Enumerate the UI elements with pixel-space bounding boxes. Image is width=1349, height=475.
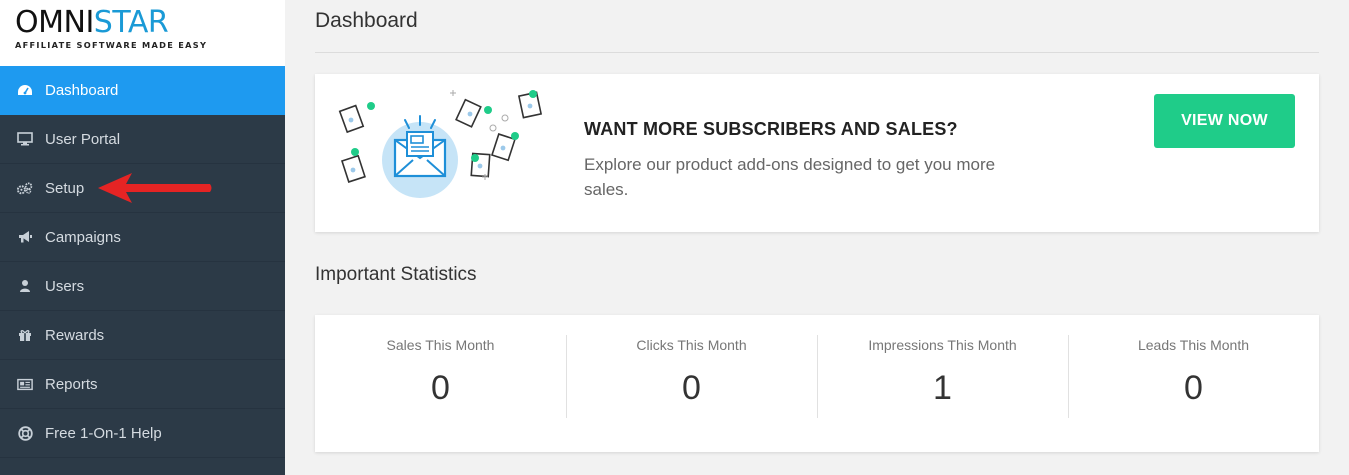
statistics-section-title: Important Statistics	[315, 264, 477, 285]
sidebar-item-label: Rewards	[45, 326, 105, 344]
title-divider	[315, 52, 1319, 53]
monitor-icon	[17, 131, 33, 147]
stat-value: 0	[431, 369, 450, 407]
logo-tagline: AFFILIATE SOFTWARE MADE EASY	[15, 40, 208, 50]
logo[interactable]: OMNISTAR AFFILIATE SOFTWARE MADE EASY	[0, 0, 285, 66]
sidebar-item-label: Users	[45, 277, 85, 295]
stat-value: 0	[682, 369, 701, 407]
sidebar-item-reports[interactable]: Reports	[0, 360, 285, 409]
cogs-icon	[17, 180, 33, 196]
statistics-panel: Sales This Month 0 Clicks This Month 0 I…	[315, 315, 1319, 452]
promo-banner: WANT MORE SUBSCRIBERS AND SALES? Explore…	[315, 74, 1319, 232]
stat-value: 1	[933, 369, 952, 407]
sidebar-item-campaigns[interactable]: Campaigns	[0, 213, 285, 262]
stat-label: Impressions This Month	[868, 337, 1017, 353]
sidebar-nav: Dashboard User Portal Setup Campaigns Us…	[0, 66, 285, 458]
promo-heading: WANT MORE SUBSCRIBERS AND SALES?	[584, 119, 958, 139]
sidebar-item-label: Setup	[45, 179, 85, 197]
logo-wordmark: OMNISTAR	[15, 5, 169, 40]
annotation-arrow-icon	[98, 173, 212, 203]
sidebar-item-free-help[interactable]: Free 1-On-1 Help	[0, 409, 285, 458]
stat-label: Sales This Month	[386, 337, 495, 353]
stat-clicks-this-month: Clicks This Month 0	[566, 315, 817, 452]
lifebuoy-icon	[17, 425, 33, 441]
dashboard-icon	[17, 83, 33, 99]
stat-leads-this-month: Leads This Month 0	[1068, 315, 1319, 452]
stat-impressions-this-month: Impressions This Month 1	[817, 315, 1068, 452]
sidebar-item-label: Dashboard	[45, 82, 119, 99]
sidebar-item-label: Reports	[45, 375, 98, 393]
sidebar: OMNISTAR AFFILIATE SOFTWARE MADE EASY Da…	[0, 0, 285, 475]
megaphone-icon	[17, 229, 33, 245]
sidebar-item-user-portal[interactable]: User Portal	[0, 115, 285, 164]
promo-description: Explore our product add-ons designed to …	[584, 155, 996, 199]
gift-icon	[17, 327, 33, 343]
sidebar-item-dashboard[interactable]: Dashboard	[0, 66, 285, 115]
page-title: Dashboard	[315, 9, 418, 32]
newspaper-icon	[17, 376, 33, 392]
user-icon	[17, 278, 33, 294]
stat-sales-this-month: Sales This Month 0	[315, 315, 566, 452]
sidebar-item-label: Free 1-On-1 Help	[45, 424, 162, 442]
sidebar-item-label: Campaigns	[45, 228, 121, 246]
stat-value: 0	[1184, 369, 1203, 407]
sidebar-item-label: User Portal	[45, 130, 121, 148]
sidebar-item-rewards[interactable]: Rewards	[0, 311, 285, 360]
stat-label: Clicks This Month	[636, 337, 747, 353]
stat-label: Leads This Month	[1137, 337, 1250, 353]
sidebar-item-users[interactable]: Users	[0, 262, 285, 311]
email-marketing-illustration	[338, 90, 543, 198]
view-now-button[interactable]: VIEW NOW	[1154, 94, 1295, 148]
